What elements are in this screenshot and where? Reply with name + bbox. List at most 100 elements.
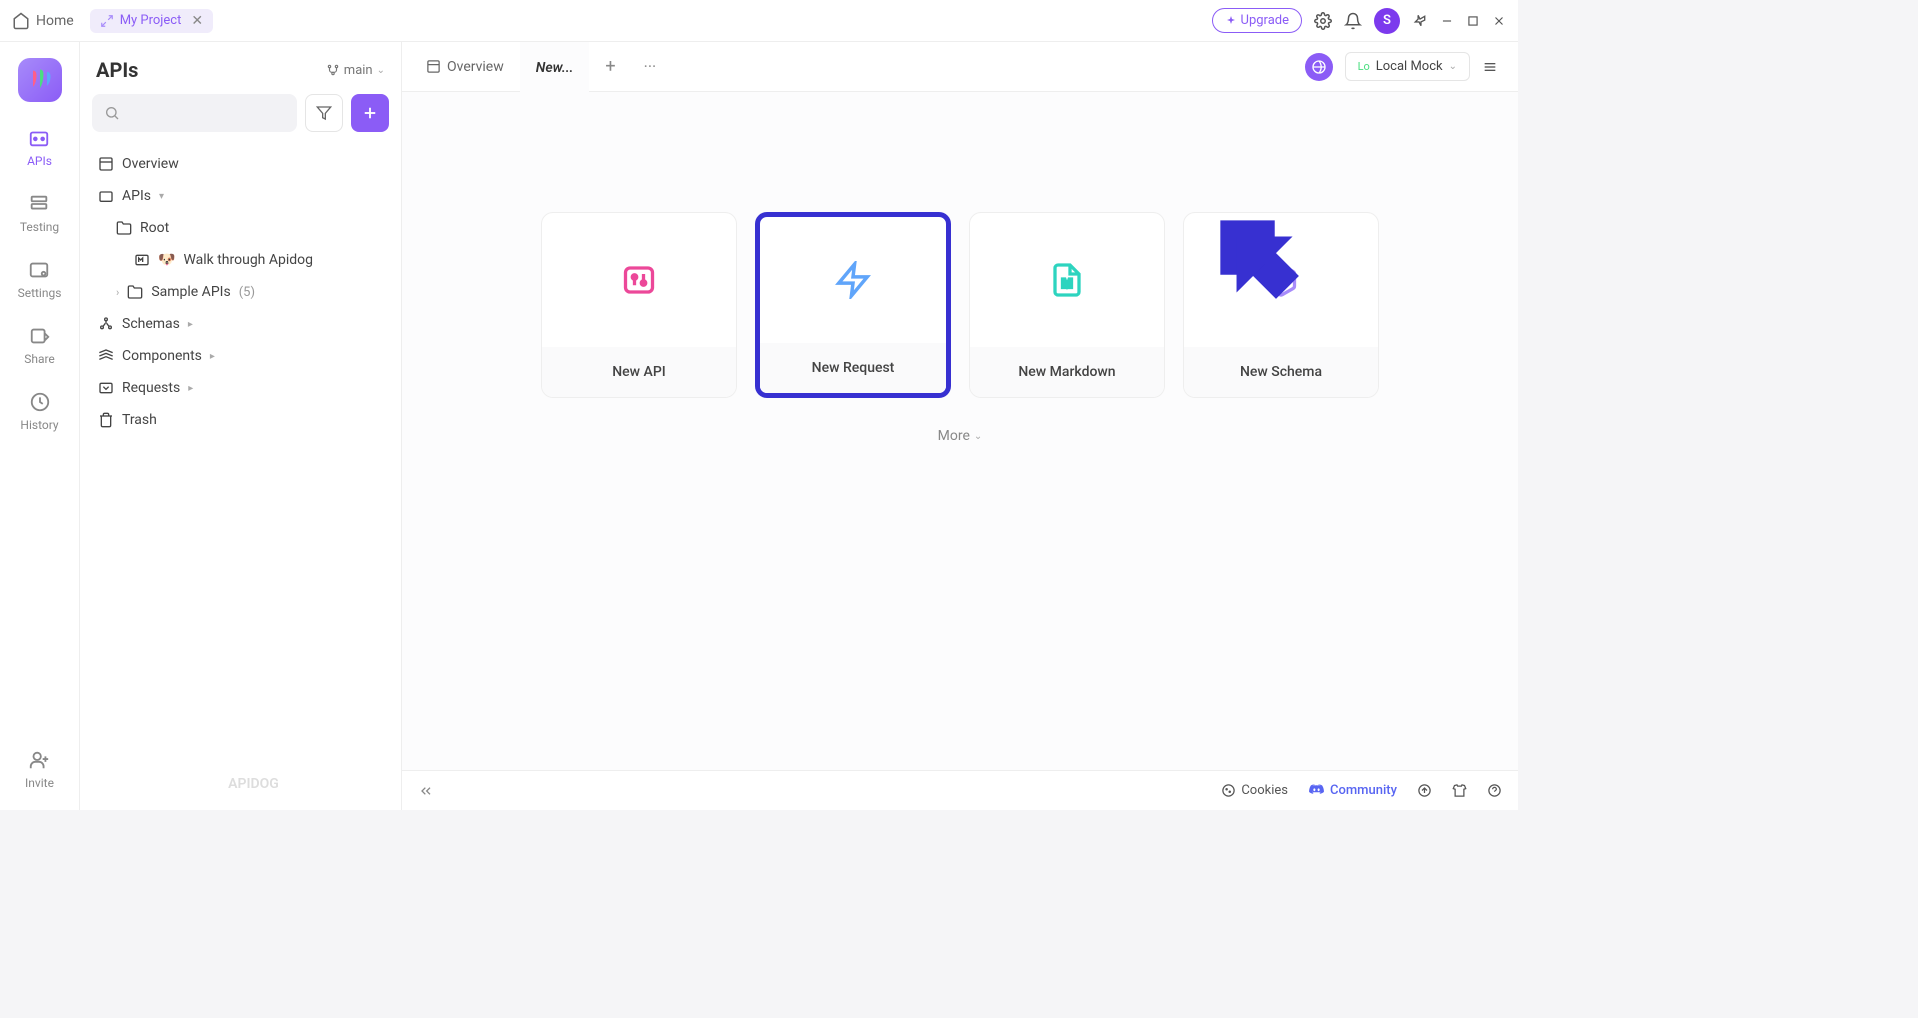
tab-more-button[interactable]: ···	[632, 57, 669, 76]
app-logo[interactable]	[18, 58, 62, 102]
folder-icon	[127, 284, 143, 300]
chevron-icon: ▸	[210, 351, 215, 362]
tree-schemas[interactable]: Schemas ▸	[88, 308, 393, 340]
pin-icon[interactable]	[1412, 13, 1428, 29]
branch-icon	[326, 63, 340, 77]
chevron-down-icon: ⌄	[1449, 61, 1457, 72]
schema-icon	[98, 316, 114, 332]
help-icon[interactable]	[1487, 783, 1502, 798]
apis-rail-icon	[27, 126, 51, 150]
left-rail: APIs Testing Settings Share History Invi…	[0, 42, 80, 810]
project-name: My Project	[120, 13, 182, 28]
chevron-down-icon: ⌄	[974, 431, 982, 442]
trash-icon	[98, 412, 114, 428]
menu-icon[interactable]	[1482, 59, 1498, 75]
chevron-down-icon: ⌄	[377, 65, 385, 76]
invite-rail-icon	[27, 748, 51, 772]
rail-share[interactable]: Share	[24, 324, 55, 366]
upload-icon[interactable]	[1417, 783, 1432, 798]
card-label: New Request	[760, 343, 946, 393]
tree-walkthrough[interactable]: 🐶 Walk through Apidog	[88, 244, 393, 276]
globe-icon	[1311, 59, 1327, 75]
collapse-icon[interactable]	[418, 783, 434, 799]
tree-apis[interactable]: APIs ▾	[88, 180, 393, 212]
settings-rail-icon	[27, 258, 51, 282]
env-button[interactable]	[1305, 53, 1333, 81]
new-markdown-icon: M	[1049, 262, 1085, 298]
tree-overview[interactable]: Overview	[88, 148, 393, 180]
card-new-api[interactable]: New API	[541, 212, 737, 398]
tree-sample-apis[interactable]: › Sample APIs (5)	[88, 276, 393, 308]
components-icon	[98, 348, 114, 364]
tab-add-button[interactable]: +	[589, 56, 631, 77]
overview-tab-icon	[426, 59, 441, 74]
community-button[interactable]: Community	[1308, 782, 1397, 799]
tabbar: Overview New... + ··· Lo Local Mock ⌄	[402, 42, 1518, 92]
card-new-markdown[interactable]: M New Markdown	[969, 212, 1165, 398]
more-link[interactable]: More ⌄	[938, 428, 983, 444]
settings-icon[interactable]	[1314, 12, 1332, 30]
new-request-icon	[834, 261, 872, 299]
sparkle-icon	[1225, 15, 1237, 27]
content: Overview New... + ··· Lo Local Mock ⌄	[402, 42, 1518, 810]
card-label: New Markdown	[970, 347, 1164, 397]
share-rail-icon	[28, 324, 52, 348]
chevron-icon: ▾	[159, 191, 164, 202]
card-label: New API	[542, 347, 736, 397]
api-folder-icon	[98, 188, 114, 204]
annotation-arrow-icon	[1172, 172, 1352, 352]
chevron-right-icon: ›	[116, 286, 119, 299]
testing-rail-icon	[27, 192, 51, 216]
search-input[interactable]	[92, 94, 297, 132]
sidebar-title: APIs	[96, 58, 138, 82]
titlebar: Home My Project ✕ Upgrade S	[0, 0, 1518, 42]
card-new-request[interactable]: New Request	[755, 212, 951, 398]
tree-root[interactable]: Root	[88, 212, 393, 244]
rail-invite[interactable]: Invite	[25, 748, 54, 790]
rail-history[interactable]: History	[20, 390, 58, 432]
project-icon	[100, 14, 114, 28]
card-label: New Schema	[1184, 347, 1378, 397]
cookies-icon	[1221, 783, 1236, 798]
home-icon	[12, 12, 30, 30]
upgrade-button[interactable]: Upgrade	[1212, 8, 1302, 33]
chevron-icon: ▸	[188, 319, 193, 330]
plus-icon	[361, 104, 379, 122]
chevron-icon: ▸	[188, 383, 193, 394]
folder-icon	[116, 220, 132, 236]
tree-trash[interactable]: Trash	[88, 404, 393, 436]
home-label: Home	[36, 13, 74, 29]
tree-components[interactable]: Components ▸	[88, 340, 393, 372]
close-tab-icon[interactable]: ✕	[191, 13, 203, 29]
search-icon	[104, 105, 120, 121]
add-button[interactable]	[351, 94, 389, 132]
brand-icon	[202, 774, 222, 794]
discord-icon	[1308, 782, 1325, 799]
env-select[interactable]: Lo Local Mock ⌄	[1345, 52, 1470, 81]
rail-settings[interactable]: Settings	[18, 258, 62, 300]
branch-selector[interactable]: main ⌄	[326, 63, 385, 78]
maximize-icon[interactable]	[1466, 14, 1480, 28]
close-window-icon[interactable]	[1492, 14, 1506, 28]
filter-icon	[316, 105, 332, 121]
tab-overview[interactable]: Overview	[410, 42, 520, 92]
logo-icon	[26, 66, 54, 94]
filter-button[interactable]	[305, 94, 343, 132]
tree-requests[interactable]: Requests ▸	[88, 372, 393, 404]
avatar[interactable]: S	[1374, 8, 1400, 34]
shirt-icon[interactable]	[1452, 783, 1467, 798]
home-button[interactable]: Home	[12, 12, 74, 30]
rail-testing[interactable]: Testing	[20, 192, 59, 234]
svg-text:M: M	[1062, 277, 1073, 291]
cookies-button[interactable]: Cookies	[1221, 783, 1288, 798]
rail-apis[interactable]: APIs	[27, 126, 52, 168]
minimize-icon[interactable]	[1440, 14, 1454, 28]
sidebar: APIs main ⌄ Overview	[80, 42, 402, 810]
history-rail-icon	[28, 390, 52, 414]
project-tab[interactable]: My Project ✕	[90, 9, 213, 33]
tab-new[interactable]: New...	[520, 42, 590, 92]
new-api-icon	[621, 262, 657, 298]
overview-icon	[98, 156, 114, 172]
bell-icon[interactable]	[1344, 12, 1362, 30]
markdown-icon	[134, 252, 150, 268]
